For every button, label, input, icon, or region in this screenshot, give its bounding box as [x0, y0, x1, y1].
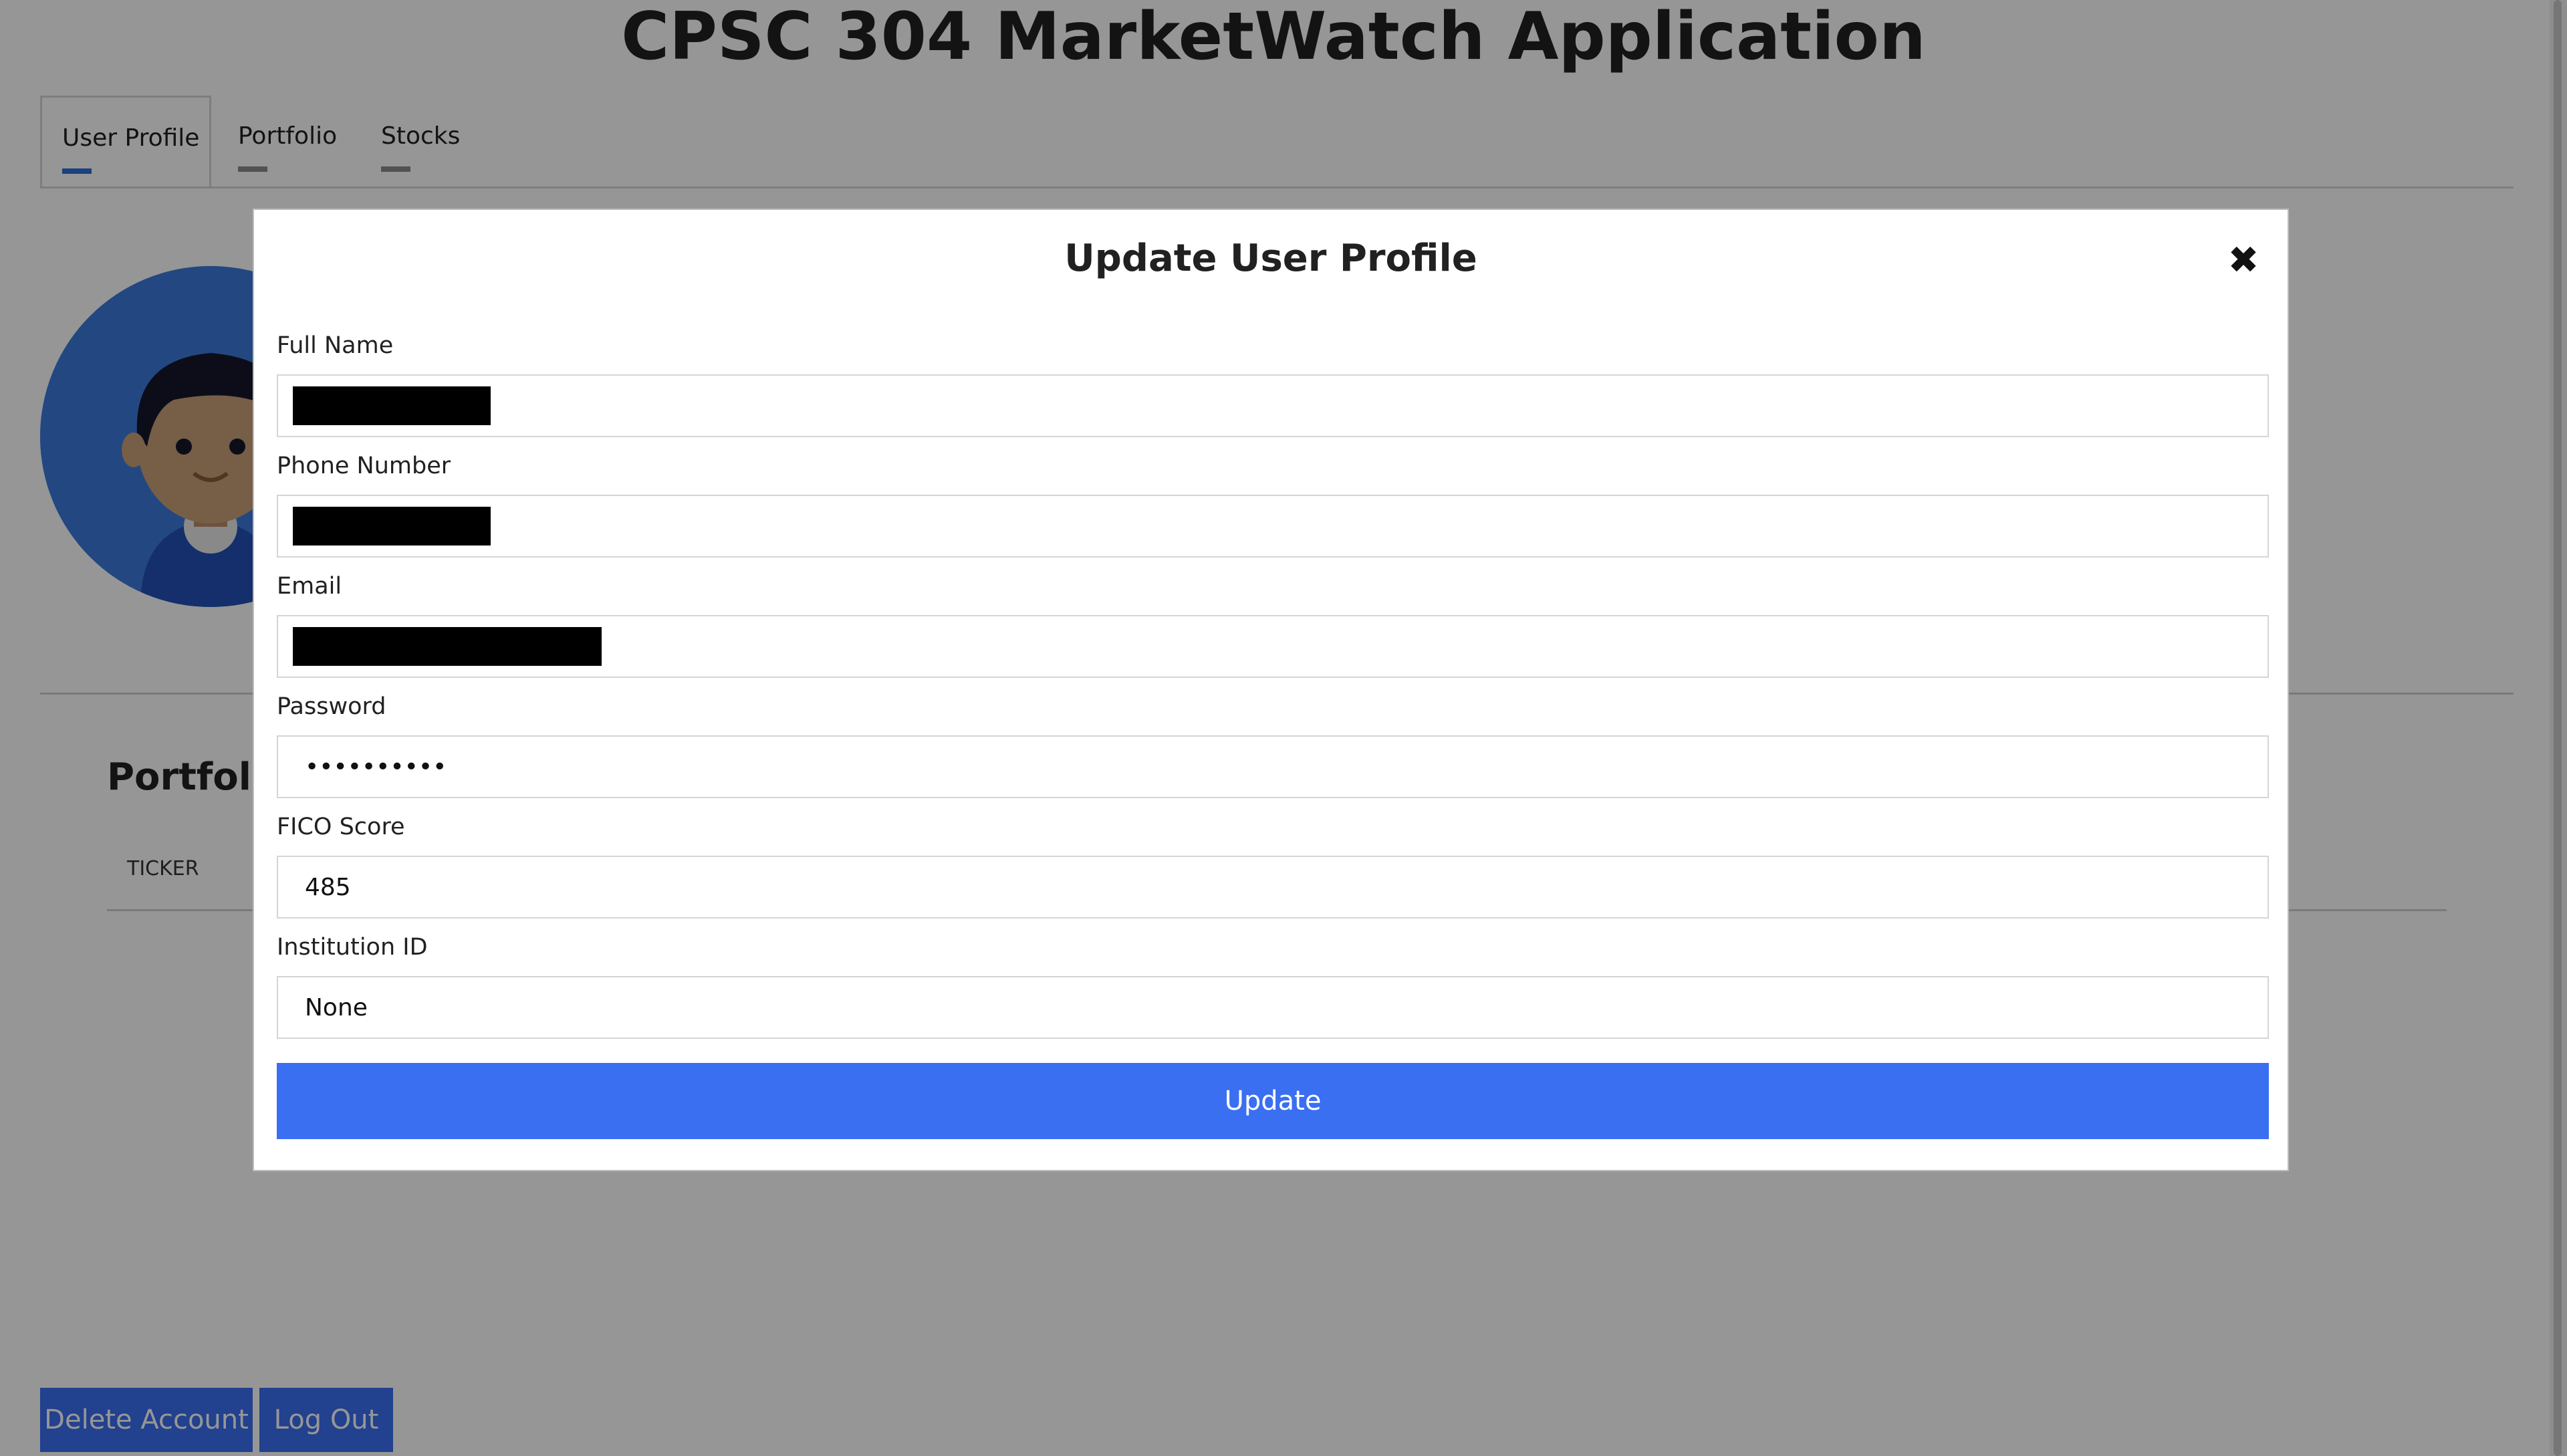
modal-title: Update User Profile — [1064, 237, 1477, 280]
email-input[interactable] — [277, 615, 2269, 678]
phone-number-label: Phone Number — [277, 453, 451, 479]
institution-id-label: Institution ID — [277, 934, 428, 961]
fico-score-input[interactable]: 485 — [277, 856, 2269, 919]
institution-id-value: None — [305, 993, 368, 1021]
password-label: Password — [277, 693, 386, 720]
close-icon[interactable]: ✖ — [2223, 241, 2264, 281]
phone-number-input[interactable] — [277, 495, 2269, 558]
password-input[interactable]: •••••••••• — [277, 735, 2269, 798]
password-value: •••••••••• — [305, 753, 447, 781]
fico-score-label: FICO Score — [277, 814, 405, 840]
institution-id-input[interactable]: None — [277, 976, 2269, 1039]
update-button[interactable]: Update — [277, 1063, 2269, 1139]
email-label: Email — [277, 573, 342, 600]
redacted-value — [293, 627, 602, 666]
full-name-label: Full Name — [277, 332, 394, 359]
redacted-value — [293, 507, 491, 545]
fico-score-value: 485 — [305, 873, 351, 901]
full-name-input[interactable] — [277, 374, 2269, 437]
update-profile-modal: Update User Profile ✖ Full Name Phone Nu… — [253, 209, 2289, 1171]
redacted-value — [293, 386, 491, 425]
